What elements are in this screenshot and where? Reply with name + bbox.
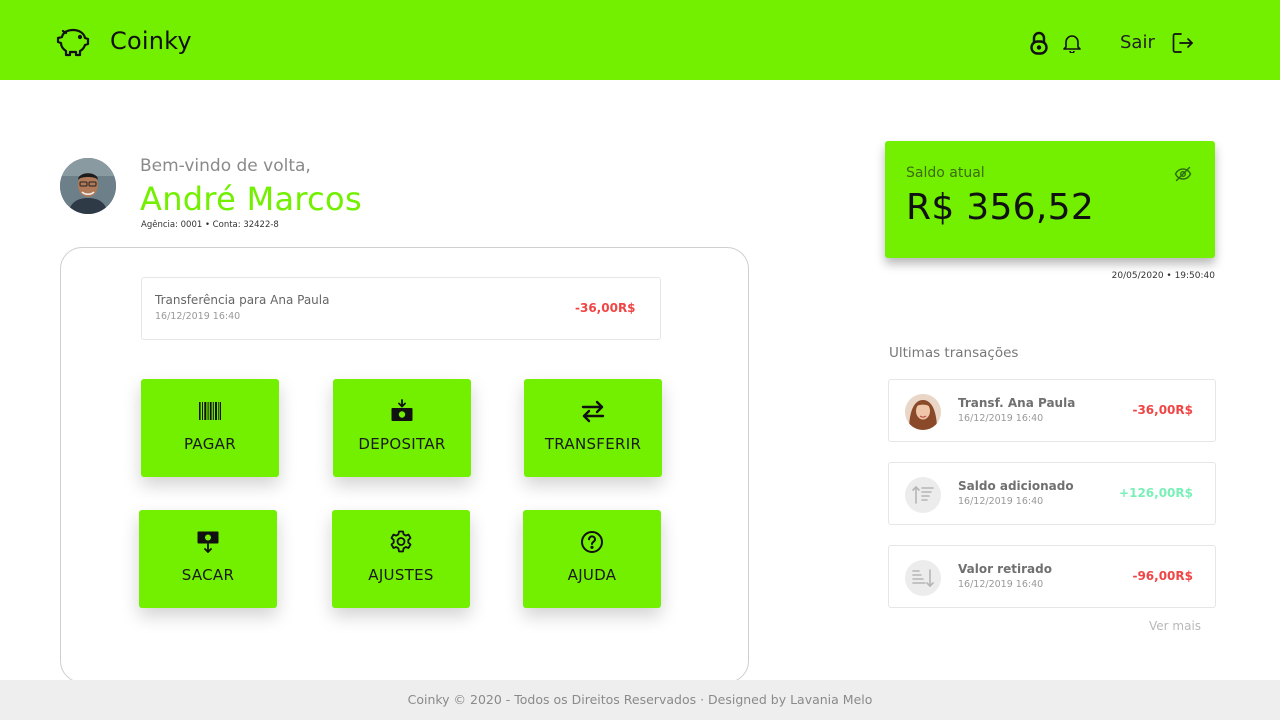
barcode-icon	[199, 402, 221, 420]
list-item[interactable]: Transf. Ana Paula 16/12/2019 16:40 -36,0…	[888, 379, 1216, 442]
settings-label: AJUSTES	[368, 566, 434, 584]
transaction-title: Saldo adicionado	[958, 479, 1074, 493]
top-bar: Coinky Sair	[0, 0, 1280, 80]
transaction-title: Valor retirado	[958, 562, 1052, 576]
last-transaction-title: Transferência para Ana Paula	[155, 293, 330, 307]
transaction-amount: -36,00R$	[1132, 403, 1193, 417]
transaction-title: Transf. Ana Paula	[958, 396, 1076, 410]
welcome-greeting: Bem-vindo de volta,	[140, 156, 311, 176]
help-label: AJUDA	[567, 566, 617, 584]
logout-button[interactable]: Sair	[1120, 32, 1155, 53]
list-item[interactable]: Valor retirado 16/12/2019 16:40 -96,00R$	[888, 545, 1216, 608]
transaction-date: 16/12/2019 16:40	[958, 496, 1044, 507]
lock-icon[interactable]	[1029, 31, 1049, 55]
sort-up-icon	[905, 477, 941, 513]
help-icon	[581, 531, 603, 553]
deposit-button[interactable]: DEPOSITAR	[333, 379, 471, 477]
brand-name: Coinky	[110, 27, 192, 55]
transfer-arrows-icon	[581, 400, 605, 423]
user-name: André Marcos	[140, 180, 362, 218]
balance-timestamp: 20/05/2020 • 19:50:40	[1111, 271, 1215, 281]
transaction-date: 16/12/2019 16:40	[958, 579, 1044, 590]
transfer-label: TRANSFERIR	[544, 435, 642, 453]
account-info: Agência: 0001 • Conta: 32422-8	[141, 220, 279, 230]
withdraw-button[interactable]: SACAR	[139, 510, 277, 608]
sort-down-icon	[905, 560, 941, 596]
pay-button[interactable]: PAGAR	[141, 379, 279, 477]
balance-value: R$ 356,52	[906, 187, 1095, 228]
settings-button[interactable]: AJUSTES	[332, 510, 470, 608]
transaction-date: 16/12/2019 16:40	[958, 413, 1044, 424]
gear-icon	[390, 530, 412, 553]
recent-transactions-title: Ultimas transações	[889, 345, 1019, 361]
list-item[interactable]: Saldo adicionado 16/12/2019 16:40 +126,0…	[888, 462, 1216, 525]
last-transaction-date: 16/12/2019 16:40	[155, 311, 241, 322]
footer: Coinky © 2020 - Todos os Direitos Reserv…	[0, 680, 1280, 720]
eye-off-icon[interactable]	[1174, 165, 1192, 183]
pay-label: PAGAR	[184, 435, 236, 453]
last-transaction-card[interactable]: Transferência para Ana Paula 16/12/2019 …	[141, 277, 661, 340]
transaction-amount: -96,00R$	[1132, 569, 1193, 583]
balance-card: Saldo atual R$ 356,52	[885, 141, 1215, 258]
contact-avatar	[905, 394, 941, 430]
footer-text: Coinky © 2020 - Todos os Direitos Reserv…	[407, 692, 873, 707]
withdraw-label: SACAR	[181, 566, 235, 584]
withdraw-money-icon	[197, 531, 219, 553]
logout-icon[interactable]	[1171, 31, 1195, 55]
transaction-amount: +126,00R$	[1119, 486, 1193, 500]
transfer-button[interactable]: TRANSFERIR	[524, 379, 662, 477]
piggy-bank-icon[interactable]	[56, 24, 90, 58]
balance-label: Saldo atual	[906, 165, 985, 181]
deposit-money-icon	[391, 399, 413, 421]
bell-icon[interactable]	[1062, 33, 1082, 53]
deposit-label: DEPOSITAR	[358, 435, 446, 453]
see-more-link[interactable]: Ver mais	[1149, 619, 1201, 633]
help-button[interactable]: AJUDA	[523, 510, 661, 608]
last-transaction-amount: -36,00R$	[575, 301, 636, 315]
avatar[interactable]	[60, 158, 116, 214]
